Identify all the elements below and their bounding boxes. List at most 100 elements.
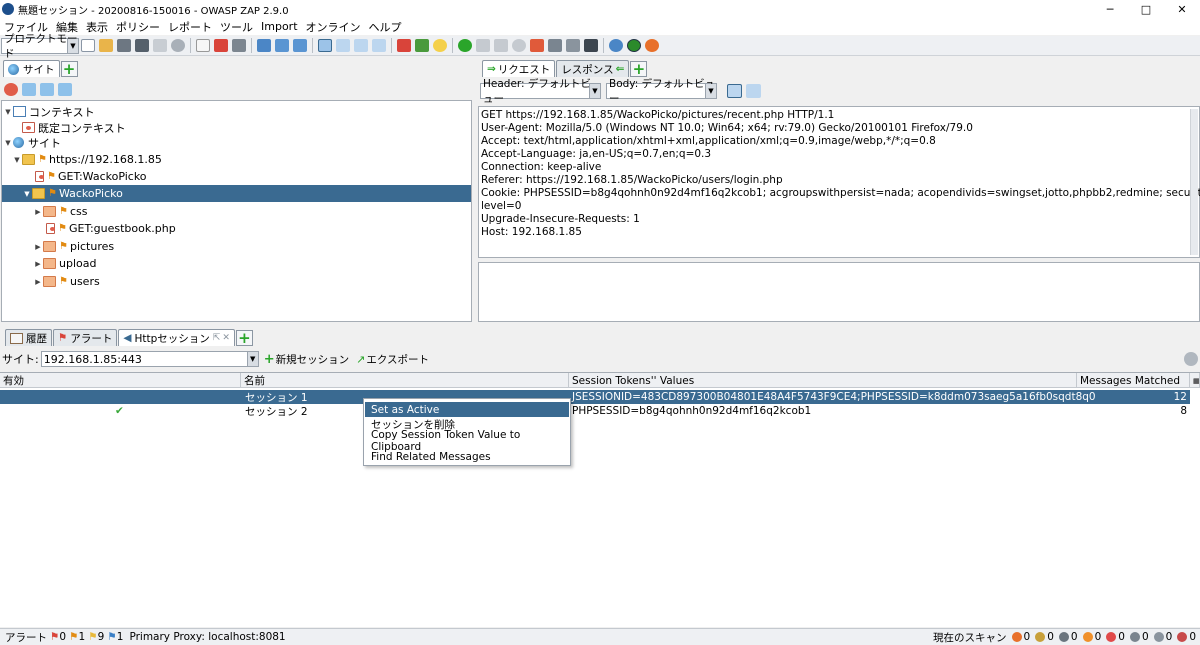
tab-alerts[interactable]: ⚑ アラート [53,329,118,346]
body-view-select[interactable]: Body: デフォルトビュー ▼ [606,78,717,105]
expand-toggle-icon[interactable]: ▼ [22,190,32,198]
terminal-icon[interactable] [232,39,246,52]
body-view-value: Body: デフォルトビュー [609,78,716,105]
tab-http-sessions[interactable]: ◀ Httpセッション ⇱ ✕ [118,329,235,346]
header-line: level=0 [481,200,522,212]
column-header-tokens[interactable]: Session Tokens'' Values [569,373,1077,388]
firefox-icon[interactable] [645,39,659,52]
menu-item-copy-token[interactable]: Copy Session Token Value to Clipboard [365,429,569,453]
tab-request[interactable]: ⇒ リクエスト [482,60,556,77]
expand-toggle-icon[interactable]: ▶ [33,243,43,251]
pin-icon[interactable]: ⇱ [213,333,221,343]
break-on-all-icon[interactable] [458,39,472,52]
column-header-active[interactable]: 有効 [0,373,241,388]
table-row[interactable]: セッション 1 JSESSIONID=483CD897300B04801E48A… [0,390,1190,404]
maximize-button[interactable]: □ [1128,0,1164,18]
alert-flag-icon: ⚑ [59,276,68,287]
menu-report[interactable]: レポート [164,19,216,35]
menu-import[interactable]: Import [257,20,302,33]
snapshot-icon[interactable] [135,39,149,52]
tree-node-css[interactable]: ▶ ⚑ css [33,203,87,220]
open-session-icon[interactable] [99,39,113,52]
site-select[interactable]: 192.168.1.85:443 ▼ [40,351,259,367]
expand-toggle-icon[interactable]: ▼ [12,156,22,164]
expand-toggle-icon[interactable]: ▶ [33,260,43,268]
expand-toggle-icon[interactable]: ▶ [33,208,43,216]
step-icon[interactable] [476,39,490,52]
drop-icon[interactable] [512,39,526,52]
request-body-text[interactable] [478,262,1200,322]
tree-node-users[interactable]: ▶ ⚑ users [33,273,99,290]
expand-toggle-icon[interactable]: ▼ [3,139,13,147]
new-session-button[interactable]: 新規セッション [276,352,350,367]
target-icon[interactable] [4,82,18,96]
close-button[interactable]: ✕ [1164,0,1200,18]
split-vertical-icon[interactable] [746,84,761,98]
options-gear-icon[interactable] [171,39,185,52]
mode-select[interactable]: プロテクトモード ▼ [1,33,79,60]
menu-item-find-related[interactable]: Find Related Messages [365,449,569,464]
fuzzer-icon[interactable] [566,39,580,52]
save-session-icon[interactable] [117,39,131,52]
new-session-icon[interactable] [81,39,95,52]
tab-history[interactable]: 履歴 [5,329,52,346]
layout-left-icon[interactable] [257,39,271,52]
menu-view[interactable]: 表示 [82,19,112,35]
export-button[interactable]: エクスポート [366,352,429,367]
options-gear-icon[interactable] [1184,352,1198,366]
import-context-icon[interactable] [40,82,54,96]
request-header-text[interactable]: GET https://192.168.1.85/WackoPicko/pict… [478,106,1200,258]
header-view-select[interactable]: Header: デフォルトビュー ▼ [480,78,601,105]
layout-bottom-icon[interactable] [275,39,289,52]
table-row[interactable]: ✔ セッション 2 PHPSESSID=b8g4qohnh0n92d4mf16q… [0,404,1190,418]
cancel-break-icon[interactable] [530,39,544,52]
scan-policy-icon[interactable] [397,39,411,52]
session-properties-icon[interactable] [153,39,167,52]
export-icon[interactable] [196,39,210,52]
tree-node-guestbook[interactable]: ⚑ GET:guestbook.php [46,220,176,237]
column-chooser-icon[interactable]: ▦ [1190,373,1200,388]
layout-full-icon[interactable] [293,39,307,52]
help-icon[interactable] [609,39,623,52]
close-tab-icon[interactable]: ✕ [222,333,230,343]
tree-node-host[interactable]: ▼ ⚑ https://192.168.1.85 [12,151,162,168]
tree-node-wackopicko[interactable]: ▼ ⚑ WackoPicko [2,185,471,202]
menu-online[interactable]: オンライン [302,19,365,35]
tree-node-pictures[interactable]: ▶ ⚑ pictures [33,238,114,255]
menu-help[interactable]: ヘルプ [365,19,406,35]
tab-sites[interactable]: サイト [3,60,60,77]
tabs-view-4-icon[interactable] [372,39,386,52]
menu-tools[interactable]: ツール [216,19,257,35]
hud-icon[interactable] [627,39,641,52]
globe-icon [8,63,19,75]
vertical-scrollbar[interactable] [1190,109,1198,255]
custom-breakpoint-icon[interactable] [548,39,562,52]
menu-policy[interactable]: ポリシー [112,19,164,35]
menu-item-set-as-active[interactable]: Set as Active [365,402,569,417]
add-tab-button[interactable]: + [630,61,648,77]
delete-icon[interactable] [214,39,228,52]
monitor-icon[interactable] [584,39,598,52]
tabs-view-2-icon[interactable] [336,39,350,52]
tree-node-contexts[interactable]: ▼ コンテキスト [3,103,94,120]
tabs-view-3-icon[interactable] [354,39,368,52]
calendar-icon [10,332,23,344]
export-context-icon[interactable] [58,82,72,96]
tree-node-get-wackopicko[interactable]: ⚑ GET:WackoPicko [35,168,147,185]
tabs-view-1-icon[interactable] [318,39,332,52]
add-tab-button[interactable]: + [235,330,253,346]
column-header-matched[interactable]: Messages Matched [1077,373,1190,388]
add-tab-button[interactable]: + [60,61,78,77]
expand-toggle-icon[interactable]: ▶ [33,278,43,286]
minimize-button[interactable]: ─ [1092,0,1128,18]
continue-icon[interactable] [494,39,508,52]
new-context-icon[interactable] [22,82,36,96]
expand-toggle-icon[interactable]: ▼ [3,108,13,116]
tree-node-sites[interactable]: ▼ サイト [3,134,61,151]
column-header-name[interactable]: 名前 [241,373,569,388]
split-horizontal-icon[interactable] [727,84,742,98]
add-ons-icon[interactable] [415,39,429,52]
lightbulb-icon[interactable] [433,39,447,52]
tab-response[interactable]: レスポンス ⇐ [556,60,630,77]
tree-node-upload[interactable]: ▶ upload [33,255,96,272]
